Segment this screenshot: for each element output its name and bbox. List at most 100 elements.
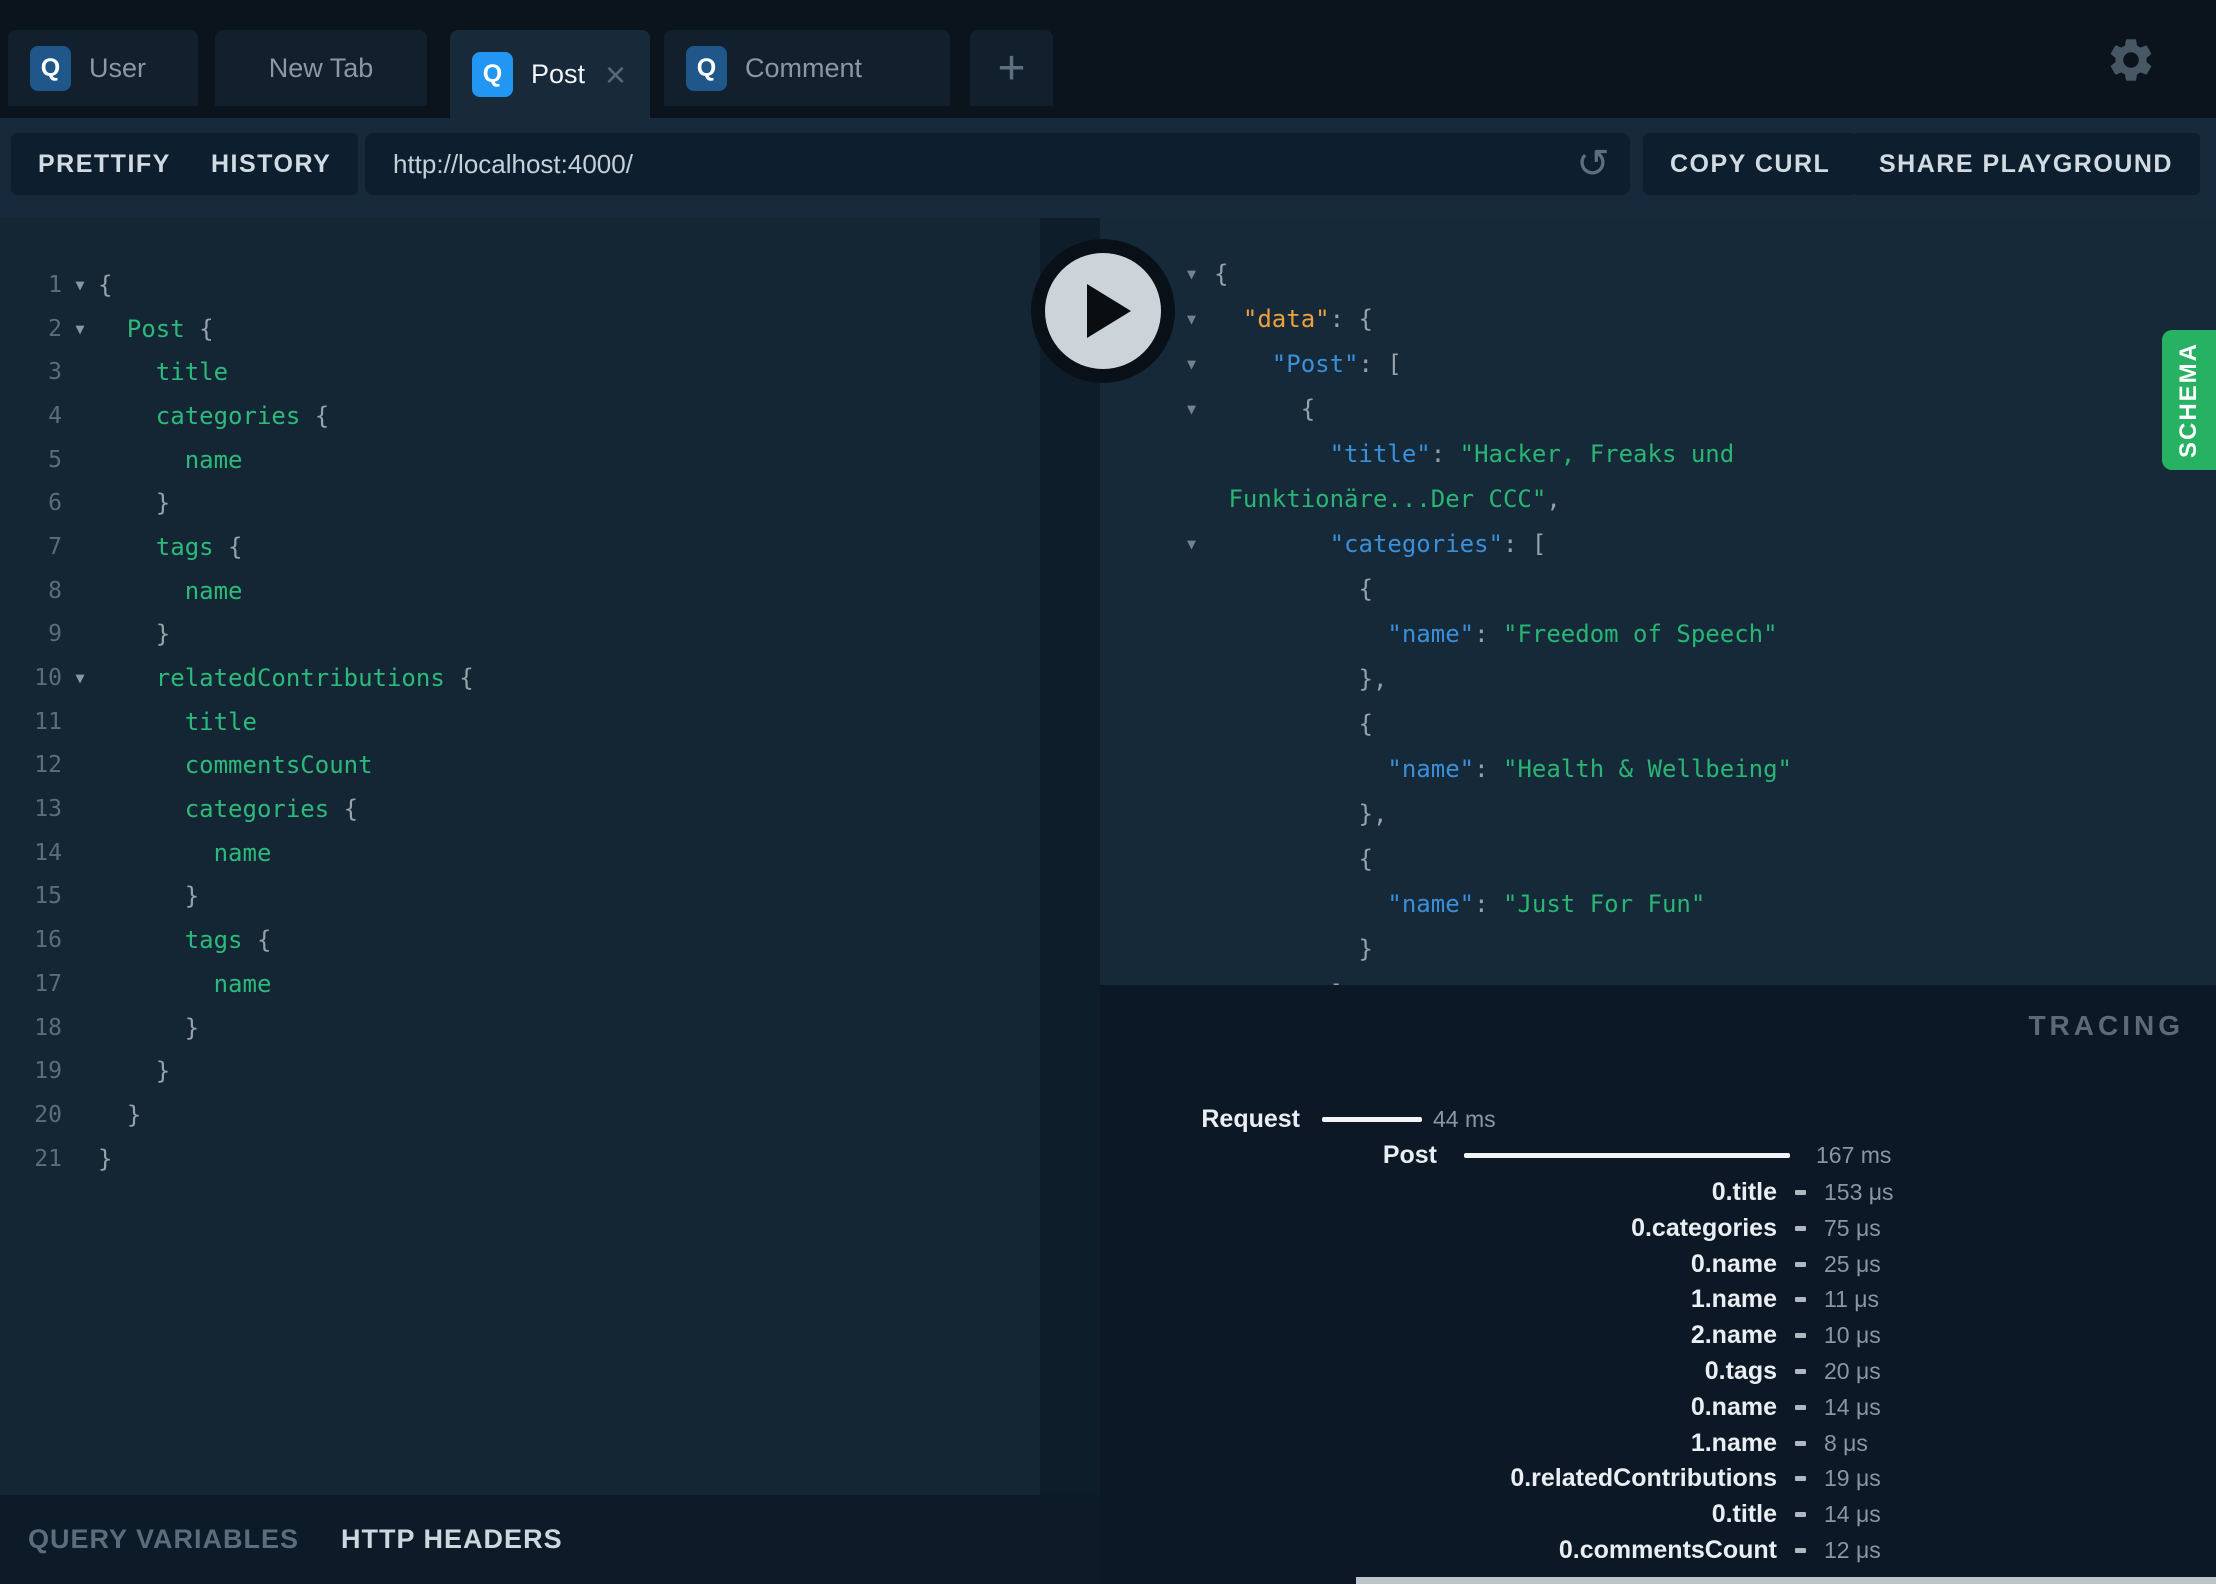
code-line: 15 } xyxy=(0,875,1040,919)
fold-arrow-icon[interactable]: ▼ xyxy=(1100,400,1196,418)
query-editor[interactable]: 1 ▼{2 ▼ Post {3 title 4 categories {5 name 6… xyxy=(0,218,1040,1497)
code-text: relatedContributions { xyxy=(98,664,474,693)
code-line: 8 name xyxy=(0,569,1040,613)
schema-tab[interactable]: SCHEMA xyxy=(2162,330,2216,470)
line-number: 16 xyxy=(34,927,62,954)
code-line: 6 } xyxy=(0,481,1040,525)
tracing-row: 1.name 8 μs xyxy=(1100,1425,2216,1461)
tracing-duration-value: 8 μs xyxy=(1824,1429,1868,1456)
response-line: { xyxy=(1100,566,2216,611)
tracing-field-label: 0.commentsCount xyxy=(1558,1535,1777,1564)
code-line: 4 categories { xyxy=(0,394,1040,438)
tracing-duration-value: 12 μs xyxy=(1824,1536,1881,1563)
response-viewer: ▼{▼ "data": {▼ "Post": [▼ { "title": "Ha… xyxy=(1100,218,2216,985)
tracing-field-label: 2.name xyxy=(1690,1320,1777,1349)
query-variables-tab[interactable]: QUERY VARIABLES xyxy=(28,1524,299,1555)
tracing-row: 0.name 14 μs xyxy=(1100,1389,2216,1425)
reload-icon[interactable]: ↺ xyxy=(1563,133,1623,195)
code-text: Post { xyxy=(98,314,214,343)
tracing-row: 0.categories 75 μs xyxy=(1100,1210,2216,1246)
tracing-duration-value: 10 μs xyxy=(1824,1321,1881,1348)
tracing-row: 0.commentsCount 12 μs xyxy=(1100,1532,2216,1568)
line-number: 11 xyxy=(34,708,62,735)
code-line: 7 tags { xyxy=(0,525,1040,569)
tracing-field-label: 0.relatedContributions xyxy=(1510,1463,1777,1492)
tracing-row: 2.name 10 μs xyxy=(1100,1317,2216,1353)
response-text: { xyxy=(1214,844,1373,873)
tracing-dash xyxy=(1795,1262,1806,1267)
close-icon[interactable]: × xyxy=(605,56,626,93)
code-line: 9 } xyxy=(0,613,1040,657)
fold-arrow-icon[interactable]: ▼ xyxy=(1100,535,1196,553)
tracing-dash xyxy=(1795,1441,1806,1446)
code-text: } xyxy=(98,489,171,518)
play-icon xyxy=(1087,284,1131,338)
response-line: ▼ "Post": [ xyxy=(1100,341,2216,386)
line-number: 17 xyxy=(34,970,62,997)
response-text: { xyxy=(1214,709,1373,738)
tracing-field-label: 1.name xyxy=(1690,1428,1777,1457)
line-number: 3 xyxy=(48,359,62,386)
code-text: } xyxy=(98,1100,142,1129)
tracing-duration-value: 167 ms xyxy=(1816,1141,1892,1168)
code-line: 20 } xyxy=(0,1093,1040,1137)
settings-gear-icon[interactable] xyxy=(2105,34,2157,86)
fold-arrow-icon[interactable]: ▼ xyxy=(62,276,98,294)
code-text: title xyxy=(98,358,229,387)
tab-label: User xyxy=(89,52,147,83)
endpoint-url-input[interactable] xyxy=(365,133,1630,195)
response-text: Funktionäre...Der CCC", xyxy=(1214,484,1561,513)
tab-label: Post xyxy=(531,59,586,89)
tracing-dash xyxy=(1795,1369,1806,1374)
history-button[interactable]: HISTORY xyxy=(184,133,359,195)
copy-curl-button[interactable]: COPY CURL xyxy=(1643,133,1858,195)
line-number: 12 xyxy=(34,752,62,779)
tracing-field-label: Post xyxy=(1382,1140,1437,1169)
code-line: 16 tags { xyxy=(0,918,1040,962)
line-number: 6 xyxy=(48,490,62,517)
tracing-dash xyxy=(1795,1548,1806,1553)
response-line: { xyxy=(1100,701,2216,746)
code-line: 10 ▼ relatedContributions { xyxy=(0,656,1040,700)
line-number: 9 xyxy=(48,621,62,648)
tracing-horizontal-scrollbar[interactable] xyxy=(1356,1577,2216,1584)
code-line: 2 ▼ Post { xyxy=(0,307,1040,351)
tracing-field-label: Request xyxy=(1201,1104,1300,1133)
http-headers-tab[interactable]: HTTP HEADERS xyxy=(341,1524,563,1555)
code-line: 14 name xyxy=(0,831,1040,875)
response-text: "data": { xyxy=(1242,304,1373,333)
response-text: "name": "Health & Wellbeing" xyxy=(1387,754,1792,783)
query-badge: Q xyxy=(686,45,727,91)
response-text: } xyxy=(1214,934,1373,963)
tab-label: Comment xyxy=(745,52,863,83)
tracing-row: 0.name 25 μs xyxy=(1100,1246,2216,1282)
response-line: ▼ "data": { xyxy=(1100,296,2216,341)
prettify-button[interactable]: PRETTIFY xyxy=(11,133,198,195)
tracing-field-label: 0.categories xyxy=(1631,1213,1777,1242)
play-disc xyxy=(1045,253,1161,369)
fold-arrow-icon[interactable]: ▼ xyxy=(62,669,98,687)
code-line: 11 title xyxy=(0,700,1040,744)
line-number: 14 xyxy=(34,839,62,866)
tracing-duration-bar xyxy=(1322,1117,1422,1122)
share-playground-button[interactable]: SHARE PLAYGROUND xyxy=(1852,133,2200,195)
line-number: 20 xyxy=(34,1101,62,1128)
line-number: 13 xyxy=(34,796,62,823)
execute-query-button[interactable] xyxy=(1031,239,1175,383)
add-tab-button[interactable]: + xyxy=(970,30,1053,106)
tracing-field-label: 1.name xyxy=(1690,1284,1777,1313)
code-text: tags { xyxy=(98,532,243,561)
tracing-row: Post 167 ms xyxy=(1100,1137,2216,1173)
code-text: } xyxy=(98,882,200,911)
response-line: }, xyxy=(1100,791,2216,836)
response-line: "name": "Just For Fun" xyxy=(1100,881,2216,926)
tab-comment[interactable]: Q Comment xyxy=(664,30,950,106)
editor-bottom-bar: QUERY VARIABLES HTTP HEADERS xyxy=(0,1495,1100,1584)
tab-post[interactable]: Q Post × xyxy=(450,30,650,119)
tab-user[interactable]: Q User xyxy=(8,30,198,106)
query-badge: Q xyxy=(30,45,71,91)
response-text: "name": "Just For Fun" xyxy=(1387,889,1706,918)
pane-resize-handle[interactable] xyxy=(1040,218,1100,1495)
tab-new-tab[interactable]: New Tab xyxy=(215,30,427,106)
fold-arrow-icon[interactable]: ▼ xyxy=(62,320,98,338)
